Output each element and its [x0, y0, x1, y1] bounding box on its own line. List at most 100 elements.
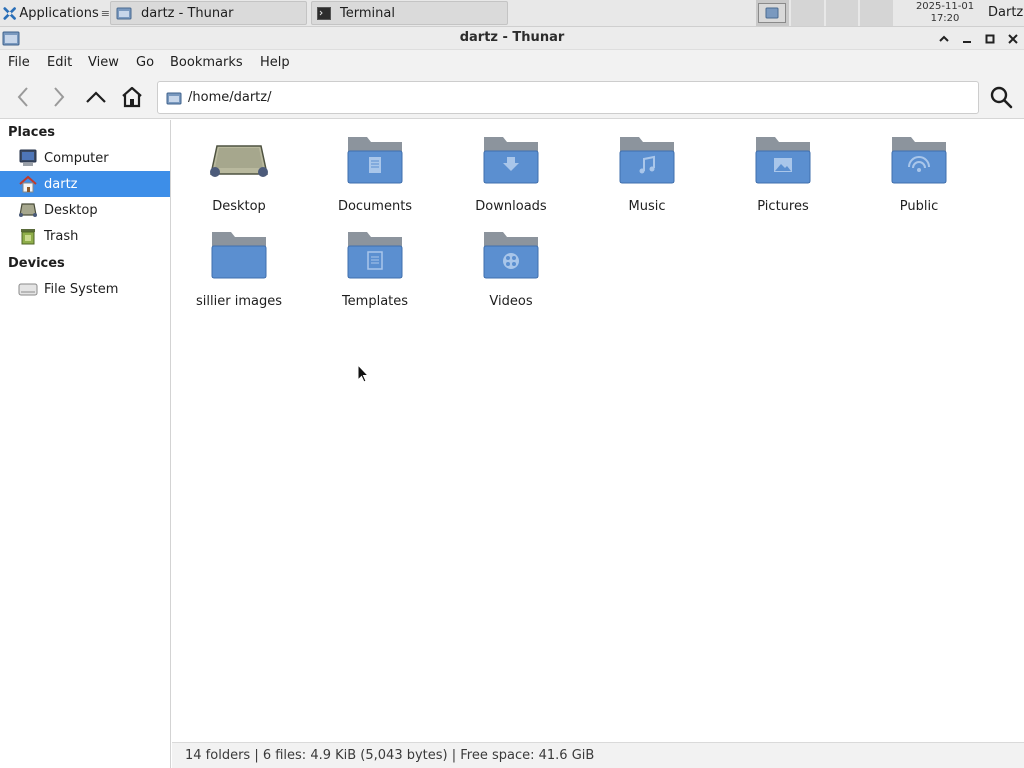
clock-time: 17:20	[930, 13, 960, 24]
sidebar-item-desktop[interactable]: Desktop	[0, 197, 170, 223]
trash-icon	[18, 226, 38, 246]
location-path[interactable]: /home/dartz/	[188, 90, 271, 105]
workspace-switcher	[755, 0, 894, 26]
location-bar[interactable]: /home/dartz/	[157, 81, 979, 114]
clock[interactable]: 2025-11-01 17:20	[898, 0, 992, 26]
file-item[interactable]: Templates	[308, 217, 442, 309]
user-menu[interactable]: Dartz	[988, 0, 1023, 26]
shade-button[interactable]	[936, 31, 952, 47]
sidebar-item-trash[interactable]: Trash	[0, 223, 170, 249]
file-item-label: Music	[628, 199, 666, 214]
menubar: File Edit View Go Bookmarks Help	[0, 50, 1024, 76]
workspace-2[interactable]	[789, 0, 824, 26]
file-item-label: Documents	[337, 199, 413, 214]
sidebar: Places Computer dartz Desktop Trash Devi…	[0, 120, 171, 768]
sidebar-item-dartz[interactable]: dartz	[0, 171, 170, 197]
parent-folder-button[interactable]	[81, 82, 111, 112]
folder-icon	[116, 6, 132, 20]
file-item-label: Pictures	[757, 199, 809, 214]
terminal-icon	[317, 6, 331, 20]
file-item-label: sillier images	[196, 294, 282, 309]
workspace-3[interactable]	[824, 0, 859, 26]
clock-date: 2025-11-01	[915, 1, 975, 12]
videos-folder-icon	[479, 223, 543, 287]
file-item-label: Videos	[489, 294, 533, 309]
file-item[interactable]: Downloads	[444, 122, 578, 214]
sidebar-item-file-system[interactable]: File System	[0, 276, 170, 302]
file-item[interactable]: Documents	[308, 122, 442, 214]
status-bar: 14 folders | 6 files: 4.9 KiB (5,043 byt…	[172, 742, 1024, 768]
file-item[interactable]: Pictures	[716, 122, 850, 214]
applications-label: Applications	[19, 5, 99, 21]
chevron-right-icon	[54, 87, 65, 107]
applications-menu-button[interactable]: Applications ≡	[0, 0, 110, 26]
desktop-folder-icon	[207, 128, 271, 192]
menu-view[interactable]: View	[88, 50, 119, 76]
home-icon	[18, 174, 38, 194]
places-header: Places	[8, 125, 56, 140]
chevron-up-icon	[939, 35, 949, 42]
downloads-folder-icon	[479, 128, 543, 192]
workspace-1[interactable]	[755, 0, 789, 26]
folder-icon	[166, 91, 182, 105]
home-button[interactable]	[117, 82, 147, 112]
sidebar-item-label: Trash	[44, 228, 79, 244]
taskbar-label: dartz - Thunar	[141, 5, 234, 21]
taskbar-label: Terminal	[340, 5, 395, 21]
toolbar: /home/dartz/	[0, 76, 1024, 119]
file-item-label: Public	[899, 199, 939, 214]
minimize-button[interactable]	[959, 31, 975, 47]
close-button[interactable]	[1005, 31, 1021, 47]
sidebar-item-label: dartz	[44, 176, 78, 192]
taskbar-button-terminal[interactable]: Terminal	[311, 1, 508, 25]
file-item[interactable]: Desktop	[172, 122, 306, 214]
window-title: dartz - Thunar	[459, 30, 565, 45]
file-item[interactable]: Public	[852, 122, 986, 214]
sidebar-item-label: Computer	[44, 150, 109, 166]
menu-edit[interactable]: Edit	[47, 50, 72, 76]
mouse-pointer-icon	[357, 363, 370, 388]
search-button[interactable]	[986, 82, 1016, 112]
folder-icon	[207, 223, 271, 287]
pictures-folder-icon	[751, 128, 815, 192]
music-folder-icon	[615, 128, 679, 192]
menu-file[interactable]: File	[8, 50, 30, 76]
forward-button[interactable]	[44, 82, 74, 112]
menu-go[interactable]: Go	[136, 50, 154, 76]
sidebar-item-label: Desktop	[44, 202, 98, 218]
xfce-logo-icon	[3, 6, 16, 20]
top-panel: Applications ≡ dartz - Thunar Terminal 2…	[0, 0, 1024, 27]
file-icon-view[interactable]: Desktop Documents Downloads Music Pictur…	[172, 120, 1024, 742]
status-text: 14 folders | 6 files: 4.9 KiB (5,043 byt…	[185, 748, 595, 763]
file-item[interactable]: sillier images	[172, 217, 306, 309]
maximize-icon	[985, 34, 995, 44]
workspace-4[interactable]	[859, 0, 893, 26]
folder-icon	[765, 7, 779, 19]
window-titlebar[interactable]: dartz - Thunar	[0, 27, 1024, 50]
public-folder-icon	[887, 128, 951, 192]
window-thumbnail	[758, 3, 787, 23]
menu-bookmarks[interactable]: Bookmarks	[170, 50, 243, 76]
templates-folder-icon	[343, 223, 407, 287]
file-item-label: Templates	[341, 294, 409, 309]
file-item-label: Downloads	[475, 199, 547, 214]
devices-header: Devices	[8, 256, 65, 271]
documents-folder-icon	[343, 128, 407, 192]
computer-icon	[18, 148, 38, 168]
sidebar-item-computer[interactable]: Computer	[0, 145, 170, 171]
chevron-up-icon	[86, 91, 106, 103]
maximize-button[interactable]	[982, 31, 998, 47]
file-item[interactable]: Videos	[444, 217, 578, 309]
close-icon	[1008, 34, 1018, 44]
chevron-left-icon	[17, 87, 28, 107]
sidebar-item-label: File System	[44, 281, 119, 297]
home-icon	[122, 86, 142, 108]
file-item[interactable]: Music	[580, 122, 714, 214]
back-button[interactable]	[8, 82, 38, 112]
taskbar-button-thunar[interactable]: dartz - Thunar	[110, 1, 307, 25]
drive-icon	[18, 279, 38, 299]
search-icon	[990, 86, 1013, 109]
file-item-label: Desktop	[212, 199, 266, 214]
minimize-icon	[963, 41, 971, 43]
menu-help[interactable]: Help	[260, 50, 290, 76]
